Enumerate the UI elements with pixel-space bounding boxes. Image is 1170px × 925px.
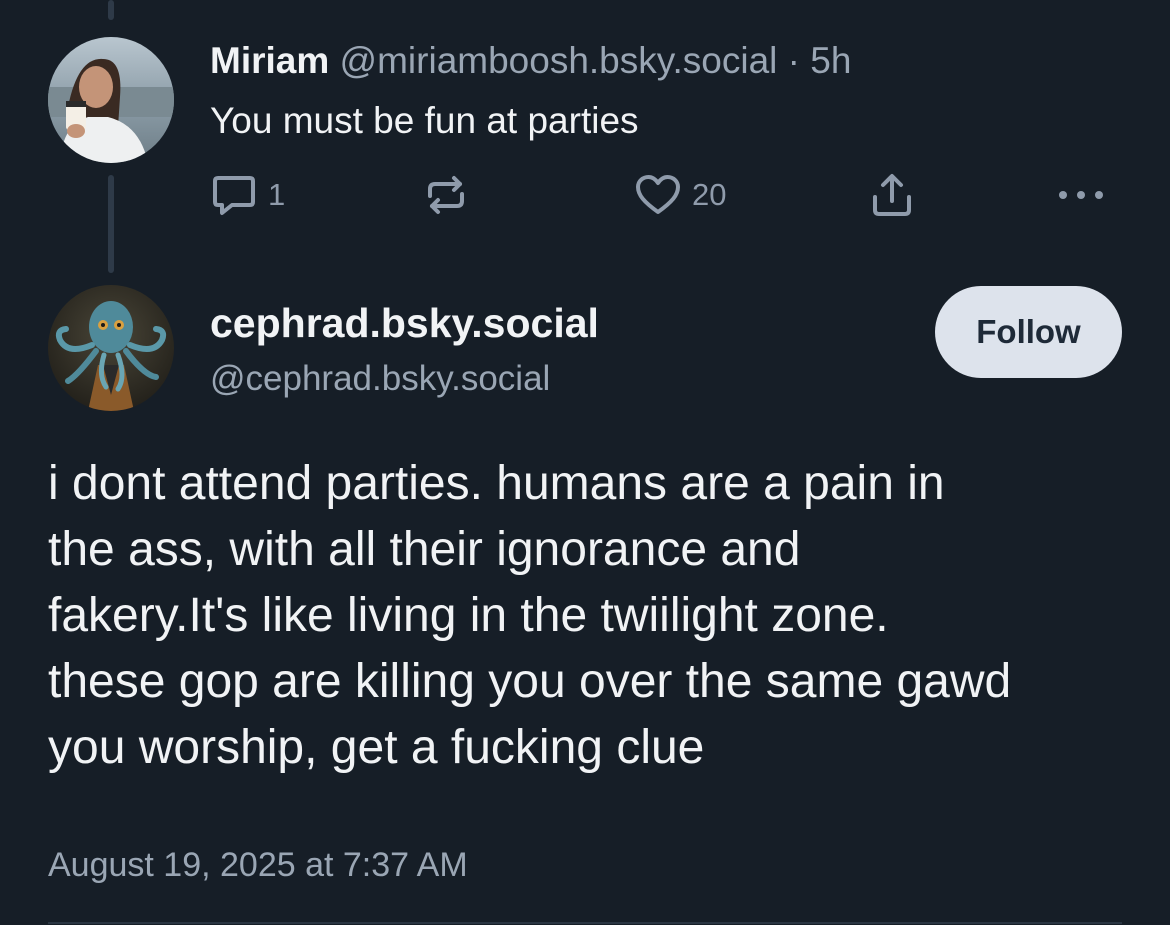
- like-count: 20: [692, 177, 727, 212]
- parent-author-handle[interactable]: @miriamboosh.bsky.social: [340, 40, 778, 81]
- thread-connector-top: [108, 0, 114, 20]
- author-handle[interactable]: @cephrad.bsky.social: [210, 356, 550, 402]
- like-button[interactable]: 20: [634, 172, 726, 218]
- header-separator: ·: [787, 40, 800, 81]
- parent-post-actions: 1 20: [0, 172, 1170, 218]
- heart-icon: [636, 175, 680, 214]
- repost-icon: [428, 176, 464, 214]
- repost-button[interactable]: [422, 172, 470, 218]
- parent-post-header: Miriam @miriamboosh.bsky.social · 5h: [210, 38, 851, 84]
- post-body-line: you worship, get a fucking clue: [48, 721, 705, 774]
- post-body: i dont attend parties. humans are a pain…: [48, 451, 1138, 781]
- cephrad-avatar-image: [48, 285, 174, 411]
- cephrad-avatar[interactable]: [48, 285, 174, 411]
- follow-button[interactable]: Follow: [935, 286, 1122, 378]
- post-body-line: these gop are killing you over the same …: [48, 655, 1012, 708]
- miriam-avatar[interactable]: [48, 37, 174, 163]
- share-icon: [873, 174, 911, 216]
- share-button[interactable]: [868, 172, 916, 218]
- parent-post-time[interactable]: 5h: [810, 40, 851, 81]
- more-options-button[interactable]: [1056, 172, 1106, 218]
- reply-count: 1: [268, 177, 286, 212]
- post-body-line: fakery.It's like living in the twiilight…: [48, 589, 889, 642]
- post-thread-screen: Miriam @miriamboosh.bsky.social · 5h You…: [0, 0, 1170, 925]
- divider: [48, 922, 1122, 924]
- parent-post-text: You must be fun at parties: [210, 100, 639, 141]
- post-timestamp: August 19, 2025 at 7:37 AM: [48, 846, 468, 884]
- post-body-line: i dont attend parties. humans are a pain…: [48, 457, 945, 510]
- miriam-avatar-image: [48, 37, 174, 163]
- more-icon: [1059, 191, 1103, 199]
- author-display-name[interactable]: cephrad.bsky.social: [210, 297, 599, 349]
- post-body-line: the ass, with all their ignorance and: [48, 523, 801, 576]
- reply-icon: [213, 176, 255, 215]
- reply-button[interactable]: 1: [210, 172, 285, 218]
- parent-author-name[interactable]: Miriam: [210, 40, 329, 81]
